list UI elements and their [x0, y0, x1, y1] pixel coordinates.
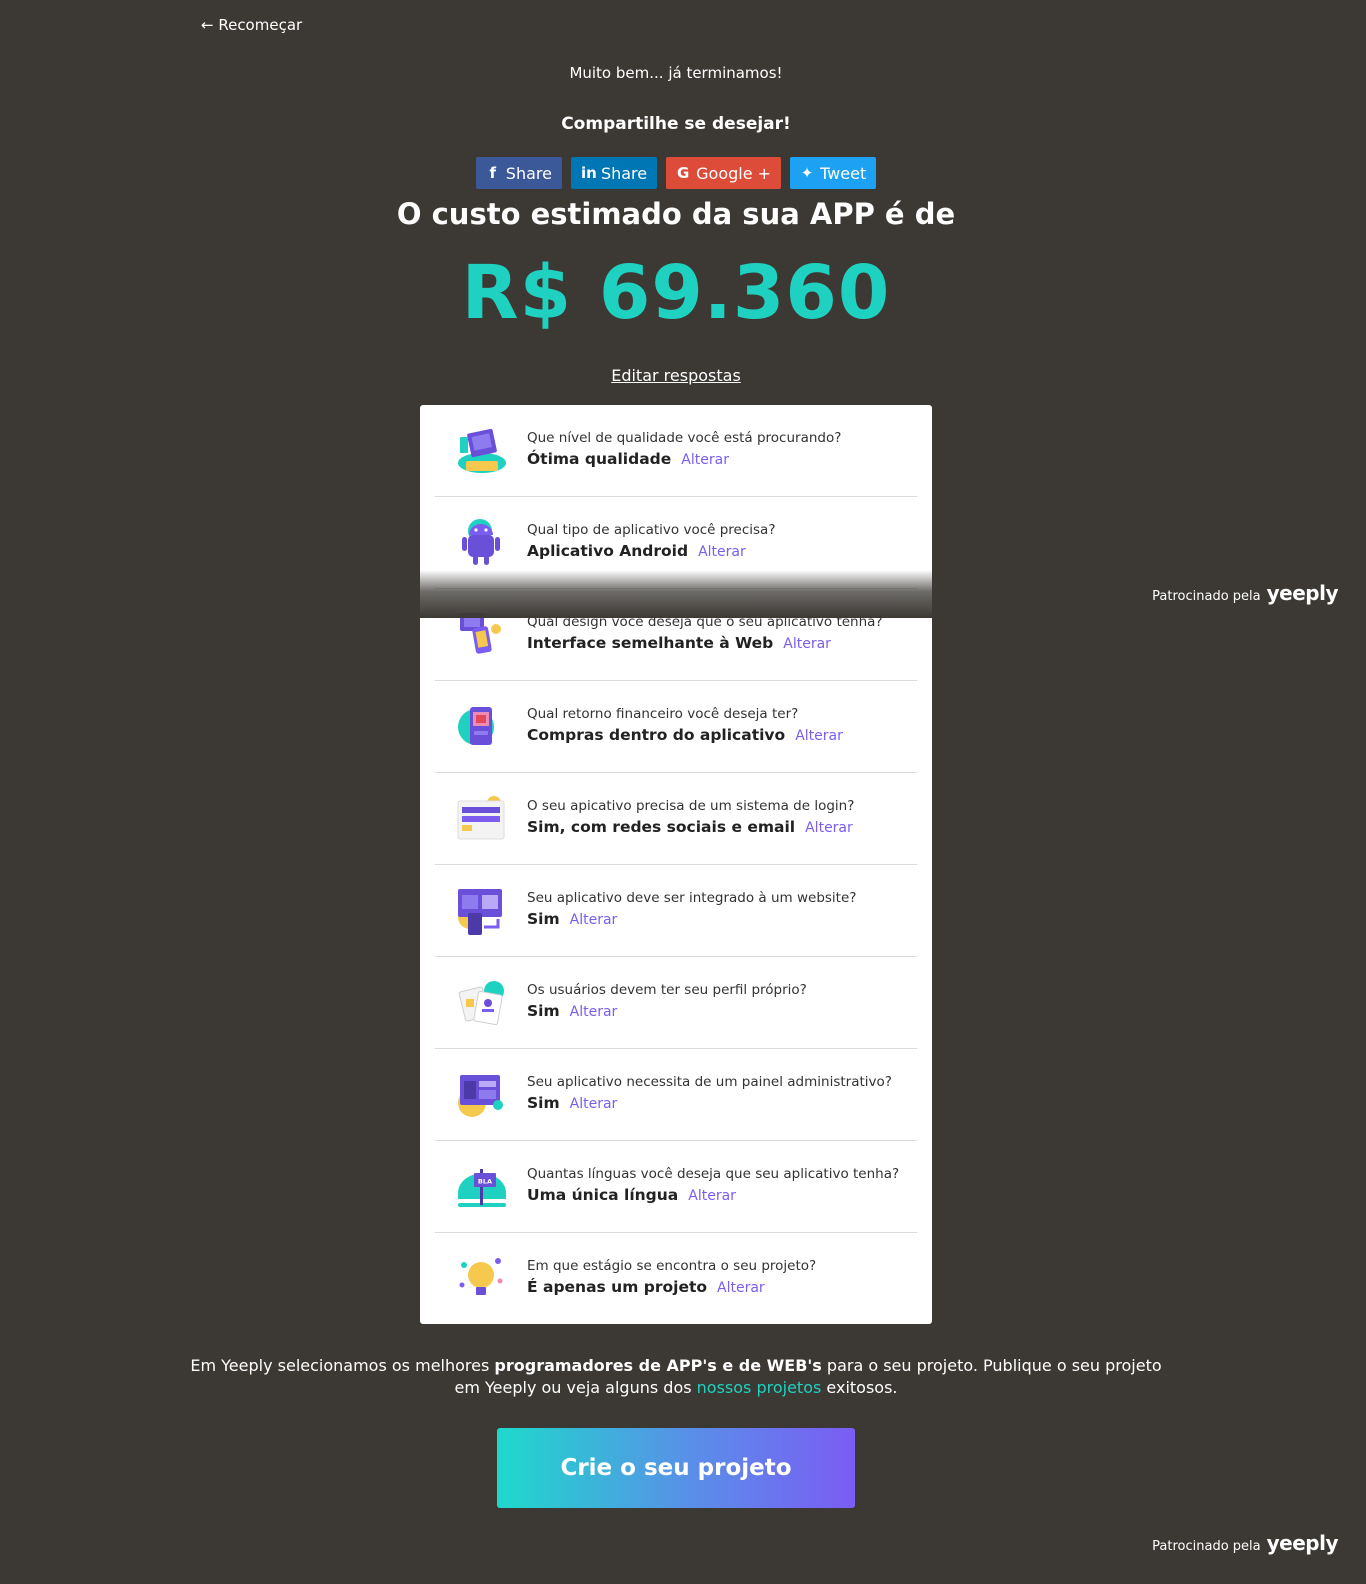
answer-text: Interface semelhante à Web [527, 634, 774, 652]
answer-row: Em que estágio se encontra o seu projeto… [435, 1233, 917, 1324]
question-text: Seu aplicativo necessita de um painel ad… [527, 1074, 892, 1090]
admin-panel-icon [454, 1067, 510, 1123]
answer-line: Sim Alterar [527, 1002, 617, 1020]
answer-row: BLA Quantas línguas você deseja que seu … [435, 1141, 917, 1233]
footer-text-part: Em Yeeply selecionamos os melhores [190, 1356, 495, 1375]
alter-link[interactable]: Alterar [688, 1188, 736, 1204]
answer-line: Sim, com redes sociais e email Alterar [527, 818, 853, 836]
alter-link[interactable]: Alterar [698, 544, 746, 560]
language-icon: BLA [454, 1159, 510, 1215]
share-buttons: f Share in Share G Google + ✦ Tweet [0, 157, 1352, 189]
question-text: Em que estágio se encontra o seu projeto… [527, 1258, 817, 1274]
projects-link[interactable]: nossos projetos [697, 1378, 822, 1397]
linkedin-icon: in [580, 164, 597, 182]
answer-row: O seu apicativo precisa de um sistema de… [435, 773, 917, 865]
edit-answers-wrapper: Editar respostas [0, 366, 1352, 385]
answer-row: Qual retorno financeiro você deseja ter?… [435, 681, 917, 773]
answer-line: É apenas um projeto Alterar [527, 1278, 765, 1296]
twitter-share-button[interactable]: ✦ Tweet [790, 157, 877, 189]
purchase-icon [454, 699, 510, 755]
answer-text: Ótima qualidade [527, 450, 672, 468]
estimate-headline: O custo estimado da sua APP é de [396, 197, 956, 231]
answer-text: Sim, com redes sociais e email [527, 818, 796, 836]
answer-text: Aplicativo Android [527, 542, 689, 560]
answer-line: Sim Alterar [527, 910, 617, 928]
facebook-share-button[interactable]: f Share [475, 157, 562, 189]
sponsor-badge[interactable]: Patrocinado pela yeeply [1152, 581, 1338, 605]
sponsor-prefix: Patrocinado pela [1152, 589, 1261, 604]
twitter-icon: ✦ [800, 164, 814, 182]
answer-line: Sim Alterar [527, 1094, 617, 1112]
answer-text: Sim [527, 1094, 560, 1112]
question-text: Qual tipo de aplicativo você precisa? [527, 522, 776, 538]
share-label: Share [600, 163, 648, 183]
alter-link[interactable]: Alterar [795, 728, 843, 744]
svg-text:BLA: BLA [478, 1178, 492, 1186]
alter-link[interactable]: Alterar [805, 820, 853, 836]
question-text: Os usuários devem ter seu perfil próprio… [527, 982, 807, 998]
answer-row: Os usuários devem ter seu perfil próprio… [435, 957, 917, 1049]
create-project-button[interactable]: Crie o seu projeto [497, 1428, 855, 1508]
done-message: Muito bem... já terminamos! [569, 64, 783, 82]
login-icon [454, 791, 510, 847]
restart-link[interactable]: ← Recomeçar [201, 16, 302, 34]
idea-icon [454, 1251, 510, 1307]
linkedin-share-button[interactable]: in Share [570, 157, 658, 189]
quality-icon [454, 423, 510, 479]
alter-link[interactable]: Alterar [717, 1280, 765, 1296]
share-label: Tweet [820, 163, 867, 183]
yeeply-logo: yeeply [1266, 1531, 1339, 1555]
answer-row: Seu aplicativo necessita de um painel ad… [435, 1049, 917, 1141]
question-text: O seu apicativo precisa de um sistema de… [527, 798, 855, 814]
alter-link[interactable]: Alterar [783, 636, 831, 652]
answer-line: Compras dentro do aplicativo Alterar [527, 726, 843, 744]
google-share-button[interactable]: G Google + [666, 157, 782, 189]
answers-card: Que nível de qualidade você está procura… [420, 405, 932, 1324]
footer-text-part: exitosos. [821, 1378, 898, 1397]
share-label: Share [505, 163, 552, 183]
question-text: Que nível de qualidade você está procura… [527, 430, 842, 446]
footer-description: Em Yeeply selecionamos os melhores progr… [0, 1355, 1352, 1399]
scroll-overlay-band [420, 570, 932, 618]
answer-line: Interface semelhante à Web Alterar [527, 634, 831, 652]
edit-answers-link[interactable]: Editar respostas [611, 366, 741, 385]
alter-link[interactable]: Alterar [570, 1004, 618, 1020]
footer-text-part: para o seu projeto. Publique o seu proje… [821, 1356, 1162, 1375]
answer-line: Ótima qualidade Alterar [527, 450, 729, 468]
sponsor-badge-bottom[interactable]: Patrocinado pela yeeply [1152, 1531, 1338, 1555]
yeeply-logo: yeeply [1266, 581, 1339, 605]
answer-line: Uma única língua Alterar [527, 1186, 736, 1204]
website-icon [454, 883, 510, 939]
answer-text: Uma única língua [527, 1186, 679, 1204]
alter-link[interactable]: Alterar [681, 452, 729, 468]
question-text: Qual retorno financeiro você deseja ter? [527, 706, 799, 722]
share-title: Compartilhe se desejar! [561, 114, 791, 134]
answer-text: Compras dentro do aplicativo [527, 726, 786, 744]
answer-line: Aplicativo Android Alterar [527, 542, 746, 560]
answer-text: É apenas um projeto [527, 1278, 708, 1296]
profile-icon [454, 975, 510, 1031]
question-text: Quantas línguas você deseja que seu apli… [527, 1166, 900, 1182]
google-icon: G [676, 164, 690, 182]
footer-text-part: em Yeeply ou veja alguns dos [454, 1378, 697, 1397]
footer-text-bold: programadores de APP's e de WEB's [494, 1356, 822, 1375]
question-text: Seu aplicativo deve ser integrado à um w… [527, 890, 857, 906]
facebook-icon: f [489, 164, 497, 182]
alter-link[interactable]: Alterar [570, 912, 618, 928]
answer-text: Sim [527, 1002, 560, 1020]
estimated-price: R$ 69.360 [461, 250, 891, 336]
answer-row: Que nível de qualidade você está procura… [435, 405, 917, 497]
answer-row: Seu aplicativo deve ser integrado à um w… [435, 865, 917, 957]
sponsor-prefix: Patrocinado pela [1152, 1539, 1261, 1554]
alter-link[interactable]: Alterar [570, 1096, 618, 1112]
answer-text: Sim [527, 910, 560, 928]
android-icon [454, 515, 510, 571]
share-label: Google + [696, 163, 772, 183]
